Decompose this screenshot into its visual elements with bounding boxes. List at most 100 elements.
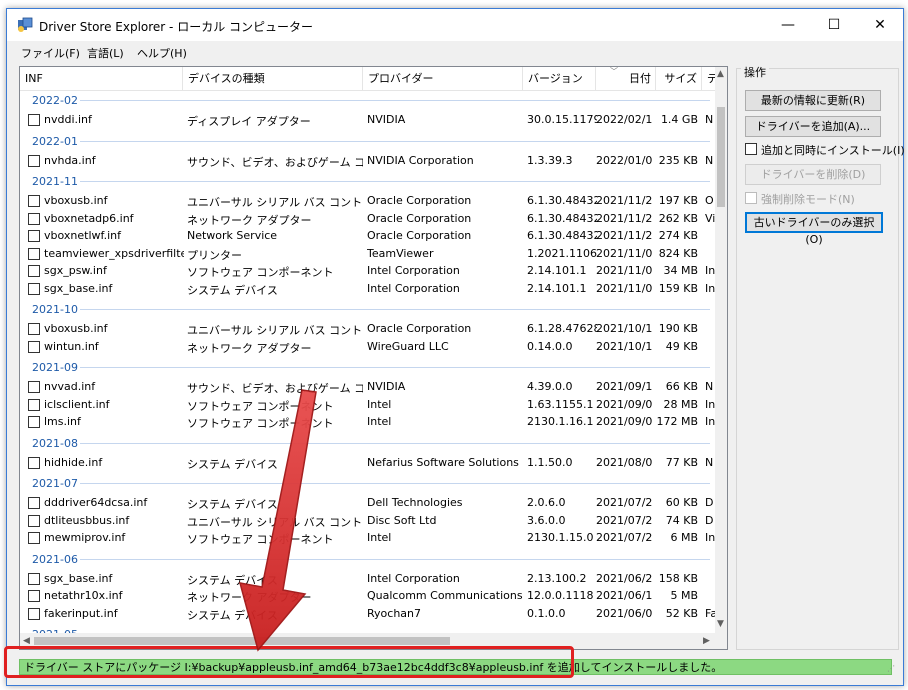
row-checkbox[interactable] [28,532,40,544]
table-row[interactable]: sgx_psw.inf ソフトウェア コンポーネント Intel Corporati… [20,262,715,279]
table-row[interactable]: netathr10x.inf ネットワーク アダプター Qualcomm Commu… [20,587,715,604]
table-row[interactable]: fakerinput.inf システム デバイス Ryochan7 0.1.0.0 20… [20,605,717,622]
column-date[interactable]: 日付 [596,67,656,90]
group-header: 2022-02 [20,91,715,109]
operations-title: 操作 [741,64,769,80]
column-size[interactable]: サイズ [656,67,702,90]
cell-date: 2021/11/22 [596,229,652,242]
table-row[interactable]: hidhide.inf システム デバイス Nefarius Software So… [20,454,715,471]
group-label: 2021-06 [32,552,78,566]
cell-date: 2021/08/05 [596,455,652,469]
delete-driver-button[interactable]: ドライバーを削除(D) [745,164,881,185]
scroll-up-icon[interactable]: ▲ [717,69,724,79]
force-delete-box[interactable] [745,192,757,204]
cell-version: 6.1.30.48432 [527,211,597,225]
table-row[interactable]: vboxnetadp6.inf ネットワーク アダプター Oracle Corpor… [20,210,715,227]
cell-inf: netathr10x.inf [44,589,123,602]
cell-provider: Intel Corporation [367,264,460,277]
table-row[interactable]: lms.inf ソフトウェア コンポーネント Intel 2130.1.16.1 202… [20,413,715,430]
vertical-scroll-thumb[interactable] [717,107,725,207]
scroll-left-icon[interactable]: ◀ [23,636,30,646]
row-checkbox[interactable] [28,514,40,527]
cell-provider: Ryochan7 [367,606,422,620]
driver-list[interactable]: INF デバイスの種類 プロバイダー バージョン 日付 サイズ デ ﹀ 2022… [19,66,728,650]
table-row[interactable]: nvvad.inf サウンド、ビデオ、およびゲーム コントローラー NVIDIA 4.… [20,378,715,395]
menu-language[interactable]: 言語(L) [87,45,124,61]
cell-type: システム デバイス [187,283,278,297]
group-label: 2022-02 [32,94,78,107]
maximize-button[interactable]: ☐ [811,9,857,41]
group-header: 2021-07 [20,474,715,492]
group-divider [80,140,710,142]
row-checkbox[interactable] [28,195,40,207]
column-device-type[interactable]: デバイスの種類 [183,67,363,90]
cell-version: 2.14.101.1 [527,264,587,277]
row-checkbox[interactable] [28,114,40,126]
row-checkbox[interactable] [28,381,40,393]
row-checkbox[interactable] [28,497,40,509]
table-row[interactable]: sgx_base.inf システム デバイス Intel Corporation 2.… [20,570,715,587]
table-row[interactable]: vboxusb.inf ユニバーサル シリアル バス コントローラー Oracle … [20,192,715,209]
table-row[interactable]: wintun.inf ネットワーク アダプター WireGuard LLC 0.14.… [20,338,715,355]
refresh-button[interactable]: 最新の情報に更新(R) [745,90,881,111]
title-bar[interactable]: Driver Store Explorer - ローカル コンピューター — ☐… [7,9,903,41]
row-checkbox[interactable] [28,398,40,411]
row-checkbox[interactable] [28,282,40,295]
minimize-button[interactable]: — [765,9,811,41]
cell-inf: nvddi.inf [44,113,92,126]
table-row[interactable]: iclsclient.inf ソフトウェア コンポーネント Intel 1.63.11… [20,396,715,413]
table-row[interactable]: mewmiprov.inf ソフトウェア コンポーネント Intel 2130.1.1… [20,529,715,546]
cell-version: 1.2021.1106.60 [527,246,597,260]
row-checkbox[interactable] [28,154,40,167]
row-checkbox[interactable] [28,340,40,353]
cell-type: ユニバーサル シリアル バス コントローラー [187,515,363,529]
row-checkbox[interactable] [28,265,40,277]
select-old-drivers-button[interactable]: 古いドライバーのみ選択(O) [745,212,883,246]
table-row[interactable]: teamviewer_xpsdriverfilter.infプリンター TeamV… [20,245,715,262]
row-checkbox[interactable] [28,572,40,585]
table-row[interactable]: dddriver64dcsa.inf システム デバイス Dell Technolo… [20,494,715,511]
column-version[interactable]: バージョン [523,67,596,90]
row-checkbox[interactable] [28,456,40,469]
cell-date: 2021/11/06 [596,246,652,260]
cell-provider: Intel [367,397,392,411]
table-row[interactable]: vboxnetlwf.inf Network Service Oracle Corp… [20,227,715,244]
install-on-add-checkbox[interactable]: 追加と同時にインストール(I) [745,142,905,157]
install-on-add-box[interactable] [745,143,757,155]
cell-size: 274 KB [658,229,698,242]
row-checkbox[interactable] [28,212,40,225]
add-driver-button[interactable]: ドライバーを追加(A)... [745,116,881,137]
row-checkbox[interactable] [28,247,40,260]
app-icon [18,17,33,32]
cell-version: 2.14.101.1 [527,281,587,295]
table-row[interactable]: sgx_base.inf システム デバイス Intel Corporation 2.… [20,280,715,297]
cell-type: ネットワーク アダプター [187,213,312,227]
table-row[interactable]: vboxusb.inf ユニバーサル シリアル バス コントローラー Oracle … [20,320,715,337]
cell-size: 197 KB [658,194,698,207]
column-provider[interactable]: プロバイダー [363,67,523,90]
table-row[interactable]: dtliteusbbus.inf ユニバーサル シリアル バス コントローラー Di… [20,512,715,529]
menu-help[interactable]: ヘルプ(H) [137,45,187,61]
table-row[interactable]: nvhda.inf サウンド、ビデオ、およびゲーム コントローラー NVIDIA C… [20,152,715,169]
table-row[interactable]: nvddi.inf ディスプレイ アダプター NVIDIA 30.0.15.1179 2… [20,111,715,128]
row-checkbox[interactable] [28,590,40,602]
row-checkbox[interactable] [28,323,40,335]
scroll-down-icon[interactable]: ▼ [717,619,724,629]
column-inf[interactable]: INF [20,67,183,90]
horizontal-scroll-thumb[interactable] [34,637,450,645]
cell-inf: vboxusb.inf [44,322,108,335]
close-button[interactable]: ✕ [857,9,903,41]
cell-provider: Intel [367,415,392,428]
menu-file[interactable]: ファイル(F) [21,45,80,61]
row-checkbox[interactable] [28,416,40,428]
cell-size: 190 KB [658,322,698,335]
cell-date: 2021/11/22 [596,194,652,207]
vertical-scrollbar[interactable]: ▲ ▼ [715,67,727,633]
resize-grip-icon[interactable]: ⋰ [887,664,895,673]
cell-size: 28 MB [663,397,698,411]
force-delete-checkbox[interactable]: 強制削除モード(N) [745,191,895,206]
group-header: 2022-01 [20,132,715,150]
row-checkbox[interactable] [28,607,40,620]
row-checkbox[interactable] [28,230,40,242]
scroll-right-icon[interactable]: ▶ [703,636,710,646]
